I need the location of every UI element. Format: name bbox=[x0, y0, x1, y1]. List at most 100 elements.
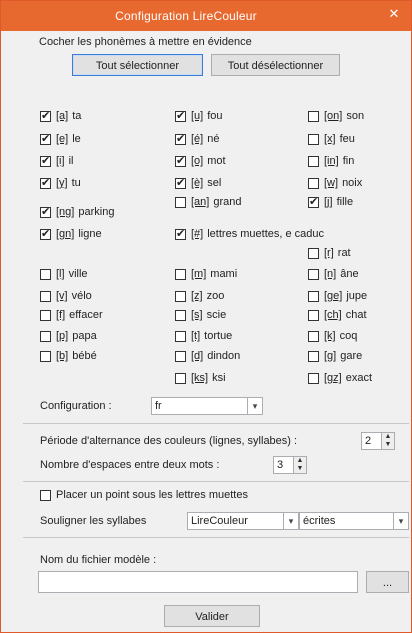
phoneme-symbol: [t] bbox=[191, 330, 201, 342]
chevron-down-icon[interactable]: ▾ bbox=[247, 398, 262, 414]
phoneme-an[interactable]: [an] grand bbox=[175, 195, 242, 209]
phoneme-u[interactable]: ✔ [u] fou bbox=[175, 109, 223, 123]
close-icon[interactable]: ✕ bbox=[379, 3, 409, 25]
phoneme-l[interactable]: [l] ville bbox=[40, 267, 88, 281]
spin-arrows-icon[interactable]: ▲ ▼ bbox=[293, 457, 306, 473]
phoneme-a[interactable]: ✔ [a] ta bbox=[40, 109, 81, 123]
phoneme-gn[interactable]: ✔ [gn] ligne bbox=[40, 227, 102, 241]
checkbox[interactable]: ✔ bbox=[175, 155, 186, 167]
checkbox[interactable] bbox=[40, 330, 51, 342]
phoneme-j[interactable]: ✔ [j] fille bbox=[308, 195, 353, 209]
phoneme-label: son bbox=[346, 110, 365, 122]
checkbox[interactable] bbox=[308, 268, 319, 280]
syllabes-mode-select[interactable]: LireCouleur ▾ bbox=[187, 512, 299, 530]
checkbox[interactable]: ✔ bbox=[40, 206, 51, 218]
deselect-all-button[interactable]: Tout désélectionner bbox=[211, 54, 340, 76]
phoneme-w[interactable]: [w] noix bbox=[308, 176, 362, 190]
phoneme-in[interactable]: [in] fin bbox=[308, 154, 354, 168]
checkbox[interactable] bbox=[40, 309, 51, 321]
checkbox[interactable] bbox=[308, 155, 319, 167]
browse-button[interactable]: ... bbox=[366, 571, 409, 593]
phoneme-label: feu bbox=[339, 133, 355, 145]
phoneme-s[interactable]: [s] scie bbox=[175, 308, 226, 322]
phoneme-symbol: [i] bbox=[56, 155, 65, 167]
phoneme-r[interactable]: [r] rat bbox=[308, 246, 351, 260]
checkbox[interactable] bbox=[308, 330, 319, 342]
phoneme-e[interactable]: ✔ [e] le bbox=[40, 132, 81, 146]
phoneme-p[interactable]: [p] papa bbox=[40, 329, 97, 343]
phoneme-ks[interactable]: [ks] ksi bbox=[175, 371, 226, 385]
checkbox[interactable]: ✔ bbox=[175, 228, 186, 240]
phoneme-gz[interactable]: [gz] exact bbox=[308, 371, 372, 385]
phoneme-m[interactable]: [m] mami bbox=[175, 267, 237, 281]
syllabes-type-select[interactable]: écrites ▾ bbox=[299, 512, 409, 530]
phoneme-f[interactable]: [f] effacer bbox=[40, 308, 103, 322]
chevron-down-icon[interactable]: ▾ bbox=[283, 513, 298, 529]
phoneme-ch[interactable]: [ch] chat bbox=[308, 308, 367, 322]
checkbox[interactable]: ✔ bbox=[308, 196, 319, 208]
checkbox[interactable] bbox=[40, 489, 51, 501]
alternance-stepper[interactable]: 2 ▲ ▼ bbox=[361, 432, 395, 450]
phoneme-eacute[interactable]: ✔ [é] né bbox=[175, 132, 219, 146]
checkbox[interactable]: ✔ bbox=[175, 133, 186, 145]
phoneme-label: mot bbox=[207, 155, 226, 167]
checkbox[interactable] bbox=[175, 290, 186, 302]
checkbox[interactable] bbox=[40, 268, 51, 280]
checkbox[interactable] bbox=[175, 196, 186, 208]
phoneme-ge[interactable]: [ge] jupe bbox=[308, 289, 367, 303]
separator bbox=[23, 423, 409, 424]
phoneme-o[interactable]: ✔ [o] mot bbox=[175, 154, 226, 168]
phoneme-x[interactable]: [x] feu bbox=[308, 132, 355, 146]
checkbox[interactable]: ✔ bbox=[175, 110, 186, 122]
checkbox[interactable] bbox=[308, 110, 319, 122]
configuration-select[interactable]: fr ▾ bbox=[151, 397, 263, 415]
checkbox[interactable] bbox=[308, 133, 319, 145]
point-muettes-checkbox[interactable]: Placer un point sous les lettres muettes bbox=[40, 488, 248, 502]
modele-input[interactable] bbox=[38, 571, 358, 593]
checkbox[interactable]: ✔ bbox=[40, 177, 51, 189]
phoneme-symbol: [ch] bbox=[324, 309, 342, 321]
title-bar[interactable]: Configuration LireCouleur ✕ bbox=[1, 1, 411, 31]
checkbox[interactable] bbox=[308, 372, 319, 384]
phoneme-n[interactable]: [n] âne bbox=[308, 267, 359, 281]
configuration-label: Configuration : bbox=[40, 400, 112, 412]
checkbox[interactable] bbox=[308, 309, 319, 321]
checkbox[interactable]: ✔ bbox=[40, 133, 51, 145]
checkbox[interactable] bbox=[175, 330, 186, 342]
phoneme-b[interactable]: [b] bébé bbox=[40, 349, 97, 363]
checkbox[interactable] bbox=[308, 350, 319, 362]
checkbox[interactable] bbox=[175, 268, 186, 280]
select-all-button[interactable]: Tout sélectionner bbox=[72, 54, 203, 76]
phoneme-t[interactable]: [t] tortue bbox=[175, 329, 232, 343]
checkbox[interactable] bbox=[175, 372, 186, 384]
checkbox[interactable]: ✔ bbox=[40, 228, 51, 240]
phoneme-y[interactable]: ✔ [y] tu bbox=[40, 176, 81, 190]
espaces-stepper[interactable]: 3 ▲ ▼ bbox=[273, 456, 307, 474]
chevron-down-icon[interactable]: ▾ bbox=[393, 513, 408, 529]
checkbox[interactable] bbox=[175, 309, 186, 321]
checkbox[interactable] bbox=[175, 350, 186, 362]
phoneme-muet[interactable]: ✔ [#] lettres muettes, e caduc bbox=[175, 227, 324, 241]
spin-arrows-icon[interactable]: ▲ ▼ bbox=[381, 433, 394, 449]
checkbox[interactable]: ✔ bbox=[40, 155, 51, 167]
phoneme-egrave[interactable]: ✔ [è] sel bbox=[175, 176, 221, 190]
phoneme-v[interactable]: [v] vélo bbox=[40, 289, 92, 303]
checkbox[interactable] bbox=[308, 247, 319, 259]
checkbox[interactable] bbox=[40, 290, 51, 302]
checkbox[interactable] bbox=[308, 177, 319, 189]
phoneme-on[interactable]: [on] son bbox=[308, 109, 364, 123]
phoneme-ng[interactable]: ✔ [ng] parking bbox=[40, 205, 114, 219]
validate-button[interactable]: Valider bbox=[164, 605, 260, 627]
phoneme-symbol: [a] bbox=[56, 110, 69, 122]
checkbox[interactable] bbox=[40, 350, 51, 362]
checkbox[interactable] bbox=[308, 290, 319, 302]
checkbox[interactable]: ✔ bbox=[175, 177, 186, 189]
phoneme-z[interactable]: [z] zoo bbox=[175, 289, 224, 303]
phoneme-symbol: [gn] bbox=[56, 228, 75, 240]
checkbox[interactable]: ✔ bbox=[40, 110, 51, 122]
phoneme-d[interactable]: [d] dindon bbox=[175, 349, 240, 363]
phoneme-g[interactable]: [g] gare bbox=[308, 349, 362, 363]
phoneme-i[interactable]: ✔ [i] il bbox=[40, 154, 73, 168]
phoneme-label: chat bbox=[345, 309, 367, 321]
phoneme-k[interactable]: [k] coq bbox=[308, 329, 357, 343]
